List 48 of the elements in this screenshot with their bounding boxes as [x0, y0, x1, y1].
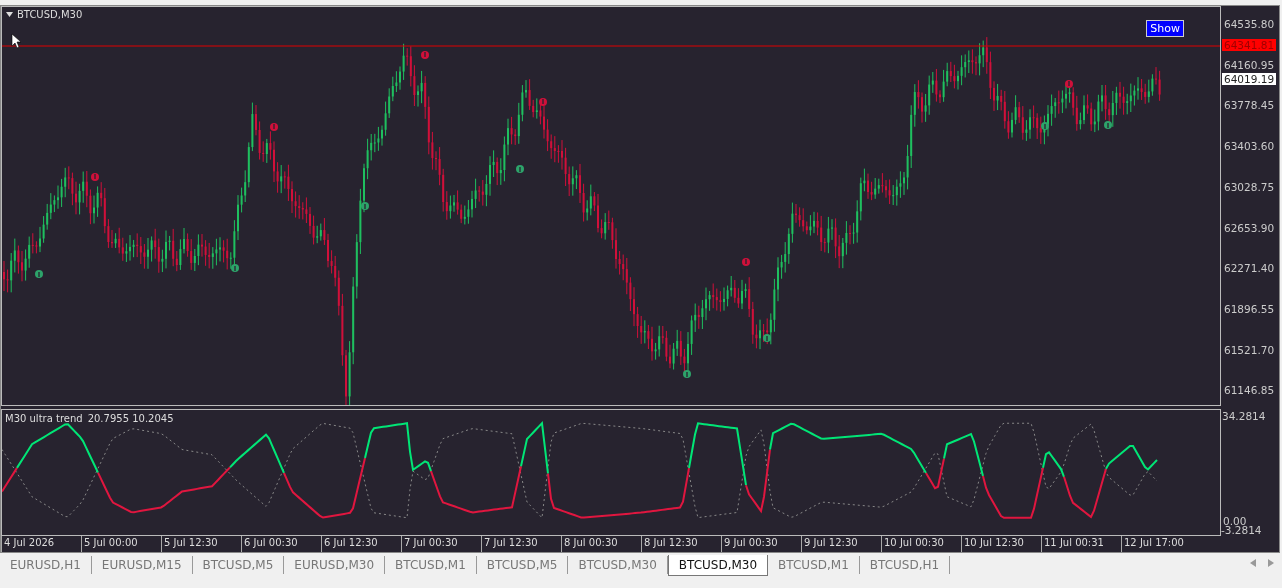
time-label: 6 Jul 12:30	[321, 536, 401, 552]
indicator-values: 20.7955 10.2045	[87, 413, 174, 424]
time-label: 11 Jul 00:31	[1041, 536, 1121, 552]
price-tag: 64341.81	[1222, 39, 1277, 51]
price-label: 63778.45	[1224, 99, 1275, 112]
price-label: 64535.80	[1224, 18, 1275, 30]
time-label: 5 Jul 00:00	[81, 536, 161, 552]
scroll-left-icon[interactable]	[1250, 559, 1256, 567]
chart-tab[interactable]: BTCUSD,M5	[476, 556, 569, 574]
chart-tab[interactable]: BTCUSD,M30	[568, 556, 668, 574]
chart-tab[interactable]: EURUSD,M30	[284, 556, 386, 574]
time-label: 7 Jul 00:30	[401, 536, 481, 552]
price-label: 64160.95	[1224, 58, 1275, 71]
price-label: 63028.75	[1224, 180, 1275, 193]
indicator-axis-label: 34.2814	[1222, 410, 1266, 422]
price-label: 63403.60	[1224, 140, 1275, 153]
price-label: 61146.85	[1224, 384, 1275, 397]
time-label: 10 Jul 00:30	[881, 536, 961, 552]
time-label: 12 Jul 17:00	[1121, 536, 1201, 552]
scroll-right-icon[interactable]	[1268, 559, 1274, 567]
price-label: 62653.90	[1224, 221, 1275, 234]
time-label: 8 Jul 00:30	[561, 536, 641, 552]
dropdown-triangle-icon[interactable]	[6, 12, 13, 17]
time-label: 8 Jul 12:30	[641, 536, 721, 552]
price-label: 61896.55	[1224, 302, 1275, 315]
price-tag: 64019.19	[1222, 73, 1277, 85]
time-label: 5 Jul 12:30	[161, 536, 241, 552]
chart-title: BTCUSD,M30	[17, 9, 83, 20]
chart-tab[interactable]: BTCUSD,H1	[859, 556, 951, 574]
indicator-axis-label: 0.00	[1223, 515, 1247, 527]
time-label: 6 Jul 00:30	[241, 536, 321, 552]
price-label: 61521.70	[1224, 343, 1275, 356]
price-label: 62271.40	[1224, 262, 1275, 275]
chart-tab[interactable]: BTCUSD,M1	[385, 556, 477, 574]
time-label: 9 Jul 00:30	[721, 536, 801, 552]
chart-tab[interactable]: EURUSD,M15	[91, 556, 193, 574]
indicator-axis-label: -3.2814	[1221, 524, 1262, 536]
chart-tab[interactable]: BTCUSD,M30	[667, 554, 769, 576]
time-label: 4 Jul 2026	[1, 536, 81, 552]
time-label: 9 Jul 12:30	[801, 536, 881, 552]
chart-tab[interactable]: BTCUSD,M1	[768, 556, 860, 574]
time-label: 7 Jul 12:30	[481, 536, 561, 552]
chart-tab[interactable]: EURUSD,H1	[0, 556, 92, 574]
chart-tab[interactable]: BTCUSD,M5	[192, 556, 285, 574]
show-button[interactable]: Show	[1146, 20, 1184, 37]
time-label: 10 Jul 12:30	[961, 536, 1041, 552]
cursor-icon	[11, 33, 22, 49]
indicator-name: M30 ultra trend	[5, 413, 83, 424]
